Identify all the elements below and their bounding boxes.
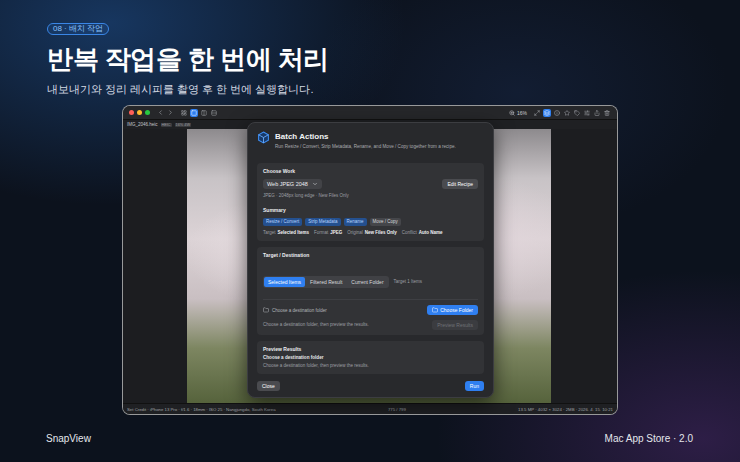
tool-icon [574, 110, 580, 116]
status-bar: Set Credit · iPhone 13 Pro · f/1.6 · 18m… [123, 403, 617, 414]
target-tab[interactable]: Current Folder [347, 277, 387, 287]
status-center: 775 / 799 [388, 407, 406, 412]
summary-fact: FormatJPEG [314, 230, 342, 236]
app-name: SnapView [46, 433, 91, 444]
view-mode-icon [181, 110, 187, 116]
close-light[interactable] [129, 110, 134, 115]
nav-group [156, 109, 174, 117]
zoom-icon [509, 110, 515, 116]
summary-fact: ConflictAuto Name [402, 230, 443, 236]
back-button[interactable] [156, 109, 164, 117]
tool-icon [564, 110, 570, 116]
divider [263, 299, 478, 300]
batch-cube-icon [257, 131, 270, 144]
summary-fact: TargetSelected Items [263, 230, 309, 236]
left-margin [123, 129, 187, 403]
headline: 반복 작업을 한 번에 처리 [47, 44, 329, 74]
chevron-right-icon [167, 109, 174, 116]
folder-icon [432, 307, 438, 313]
hero: 08 · 배치 작업반복 작업을 한 번에 처리내보내기와 정리 레시피를 촬영… [0, 0, 740, 105]
view-mode-button[interactable] [200, 109, 208, 117]
subtitle: 내보내기와 정리 레시피를 촬영 후 한 번에 실행합니다. [47, 83, 313, 96]
section-title: Target / Destination [263, 252, 478, 259]
tool-icon [604, 110, 610, 116]
summary-fact: OriginalNew Files Only [347, 230, 397, 236]
chevron-left-icon [157, 109, 164, 116]
preview-panel: Preview Results Choose a destination fold… [257, 341, 484, 374]
target-hint: Choose a destination folder, then previe… [263, 322, 369, 328]
edit-recipe-button[interactable]: Edit Recipe [442, 179, 478, 189]
run-button[interactable]: Run [465, 381, 484, 391]
preview-results-button[interactable]: Preview Results [432, 320, 478, 330]
view-mode-icon [211, 110, 217, 116]
destination-field: Choose a destination folder [263, 307, 327, 313]
section-badge: 08 · 배치 작업 [47, 23, 109, 35]
view-mode-group [180, 109, 218, 117]
target-tab[interactable]: Selected Items [264, 277, 305, 287]
tool-button[interactable] [553, 109, 561, 117]
view-mode-button[interactable] [190, 109, 198, 117]
batch-dialog: Batch Actions Run Resize / Convert, Strip… [247, 122, 494, 398]
section-title: Summary [263, 207, 478, 214]
tool-button[interactable] [543, 109, 551, 117]
tool-button[interactable] [593, 109, 601, 117]
target-tabs: Selected ItemsFiltered ResultCurrent Fol… [263, 276, 389, 288]
section-title: Preview Results [263, 346, 478, 353]
right-margin [551, 129, 617, 403]
step-tag: Rename [344, 218, 367, 226]
dialog-title: Batch Actions [275, 132, 456, 142]
tool-button[interactable] [603, 109, 611, 117]
target-tab[interactable]: Filtered Result [306, 277, 346, 287]
tool-button[interactable] [573, 109, 581, 117]
minimize-light[interactable] [137, 110, 142, 115]
store-label: Mac App Store · 2.0 [605, 433, 693, 444]
tool-icon [544, 110, 550, 116]
work-panel: Choose Work Web JPEG 2048 Edit Recipe JPEG … [257, 163, 484, 241]
traffic-lights [129, 110, 150, 115]
tool-button[interactable] [533, 109, 541, 117]
step-tags: Resize / ConvertStrip Metadata RenameMove… [263, 218, 478, 226]
section-title: Choose Work [263, 168, 478, 175]
zoom-light[interactable] [145, 110, 150, 115]
summary-facts: TargetSelected Items FormatJPEG OriginalNe… [263, 230, 478, 236]
dialog-description: Run Resize / Convert, Strip Metadata, Re… [275, 144, 456, 150]
step-tag: Resize / Convert [263, 218, 302, 226]
page: 08 · 배치 작업반복 작업을 한 번에 처리내보내기와 정리 레시피를 촬영… [0, 0, 740, 462]
chevron-down-icon [312, 181, 318, 187]
dialog-header: Batch Actions Run Resize / Convert, Strip… [257, 131, 484, 157]
step-tag: Strip Metadata [305, 218, 340, 226]
choose-folder-button[interactable]: Choose Folder [427, 305, 478, 315]
target-count: Target 1 Items [394, 279, 423, 285]
file-badge: HEIC [161, 123, 172, 127]
file-name: IMG_2046.heic [127, 122, 158, 127]
tool-icon [534, 110, 540, 116]
view-mode-button[interactable] [180, 109, 188, 117]
tool-icon [594, 110, 600, 116]
status-left: Set Credit · iPhone 13 Pro · f/1.6 · 18m… [127, 407, 276, 412]
file-badge: 16% 4W [175, 123, 191, 127]
tool-group [533, 109, 611, 117]
step-tag: Move / Copy [370, 218, 401, 226]
forward-button[interactable] [166, 109, 174, 117]
dialog-footer: Close Run [257, 381, 484, 391]
close-button[interactable]: Close [257, 381, 280, 391]
view-mode-icon [191, 110, 197, 116]
folder-icon [263, 307, 269, 313]
zoom-level[interactable]: 16% [509, 110, 527, 116]
recipe-select[interactable]: Web JPEG 2048 [263, 179, 322, 189]
tool-button[interactable] [563, 109, 571, 117]
page-footer: SnapView Mac App Store · 2.0 [0, 415, 740, 462]
recipe-caption: JPEG · 2048px long edge · New Files Only [263, 193, 478, 199]
tool-button[interactable] [583, 109, 591, 117]
app-window: 16% IMG_2046.heicHEIC16% 4W Set Credit · i… [122, 105, 618, 415]
target-panel: Target / Destination Selected ItemsFilter… [257, 247, 484, 335]
preview-title: Choose a destination folder [263, 355, 478, 361]
status-right: 13.5 MP · 4032 × 3024 · 2MB · 2026. 4. 1… [518, 407, 613, 412]
tool-icon [554, 110, 560, 116]
tool-icon [584, 110, 590, 116]
toolbar: 16% [123, 106, 617, 120]
view-mode-icon [201, 110, 207, 116]
preview-text: Choose a destination folder, then previe… [263, 363, 478, 369]
view-mode-button[interactable] [210, 109, 218, 117]
